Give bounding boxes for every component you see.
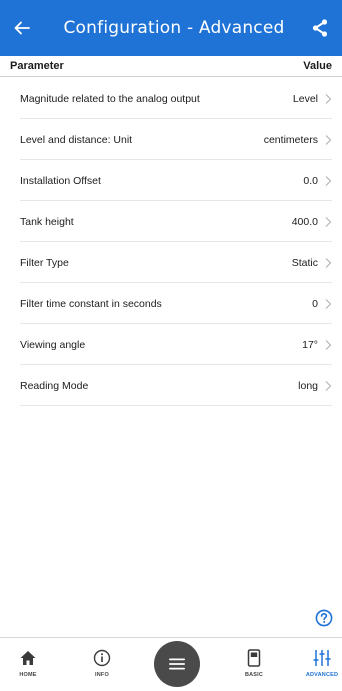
share-button[interactable] bbox=[298, 0, 342, 56]
arrow-left-icon bbox=[14, 21, 30, 35]
column-value: Value bbox=[303, 60, 332, 72]
help-button[interactable] bbox=[315, 609, 333, 627]
sliders-icon bbox=[313, 650, 331, 666]
nav-home[interactable]: HOME bbox=[8, 638, 48, 691]
parameter-label: Installation Offset bbox=[20, 174, 101, 187]
chevron-right-icon bbox=[325, 380, 332, 391]
back-button[interactable] bbox=[0, 0, 44, 56]
device-icon bbox=[247, 649, 261, 667]
app-bar: Configuration - Advanced bbox=[0, 0, 342, 56]
chevron-right-icon bbox=[325, 216, 332, 227]
parameter-label: Filter time constant in seconds bbox=[20, 297, 162, 310]
parameter-label: Reading Mode bbox=[20, 379, 89, 392]
chevron-right-icon bbox=[325, 93, 332, 104]
nav-advanced-label: ADVANCED bbox=[305, 672, 339, 678]
nav-info[interactable]: INFO bbox=[82, 638, 122, 691]
chevron-right-icon bbox=[325, 339, 332, 350]
parameter-row-tank-height[interactable]: Tank height 400.0 bbox=[0, 201, 342, 242]
parameter-label: Tank height bbox=[20, 215, 74, 228]
parameter-row-filter-time[interactable]: Filter time constant in seconds 0 bbox=[0, 283, 342, 324]
parameter-label: Viewing angle bbox=[20, 338, 86, 351]
page-title: Configuration - Advanced bbox=[63, 18, 285, 38]
nav-basic-label: BASIC bbox=[244, 672, 264, 678]
parameter-value: long bbox=[298, 379, 318, 392]
question-circle-icon bbox=[315, 609, 333, 627]
parameter-row-viewing-angle[interactable]: Viewing angle 17° bbox=[0, 324, 342, 365]
parameter-value: 0 bbox=[312, 297, 318, 310]
chevron-right-icon bbox=[325, 175, 332, 186]
parameter-row-reading-mode[interactable]: Reading Mode long bbox=[0, 365, 342, 406]
parameter-label: Filter Type bbox=[20, 256, 69, 269]
nav-advanced[interactable]: ADVANCED bbox=[302, 638, 342, 691]
parameter-value: Static bbox=[291, 256, 318, 269]
share-icon bbox=[312, 19, 328, 37]
parameter-label: Magnitude related to the analog output bbox=[20, 92, 200, 105]
menu-button[interactable] bbox=[154, 641, 200, 687]
home-icon bbox=[20, 651, 36, 665]
parameter-value: 17° bbox=[302, 338, 318, 351]
parameter-row-magnitude[interactable]: Magnitude related to the analog output L… bbox=[0, 78, 342, 119]
parameter-list: Magnitude related to the analog output L… bbox=[0, 78, 342, 406]
nav-info-label: INFO bbox=[95, 672, 109, 678]
info-icon bbox=[93, 649, 111, 667]
parameter-value: 0.0 bbox=[303, 174, 318, 187]
parameter-label: Level and distance: Unit bbox=[20, 133, 133, 146]
chevron-right-icon bbox=[325, 134, 332, 145]
parameter-row-filter-type[interactable]: Filter Type Static bbox=[0, 242, 342, 283]
parameter-value: 400.0 bbox=[291, 215, 318, 228]
column-parameter: Parameter bbox=[10, 60, 64, 72]
parameter-value: Level bbox=[292, 92, 318, 105]
parameter-row-unit[interactable]: Level and distance: Unit centimeters bbox=[0, 119, 342, 160]
chevron-right-icon bbox=[325, 257, 332, 268]
nav-basic[interactable]: BASIC bbox=[234, 638, 274, 691]
hamburger-menu-icon bbox=[169, 658, 185, 670]
chevron-right-icon bbox=[325, 298, 332, 309]
nav-home-label: HOME bbox=[19, 672, 37, 678]
parameter-value: centimeters bbox=[263, 133, 318, 146]
table-header: Parameter Value bbox=[0, 56, 342, 77]
parameter-row-installation-offset[interactable]: Installation Offset 0.0 bbox=[0, 160, 342, 201]
